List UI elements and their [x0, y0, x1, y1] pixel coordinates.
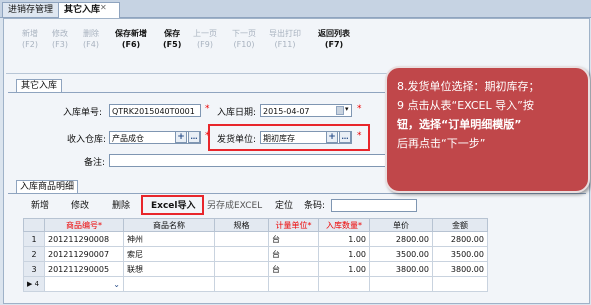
order-no-field[interactable]: QTRK2015040T0001 [109, 104, 201, 117]
new-button[interactable]: 新增 (F2) [22, 28, 38, 50]
more-icon[interactable]: … [339, 131, 351, 143]
cell-name[interactable]: 神州 [123, 231, 215, 247]
tab-label: 进销存管理 [8, 5, 54, 15]
close-icon[interactable]: ✕ [100, 4, 108, 12]
cell-spec[interactable] [214, 246, 269, 262]
tab-label: 其它入库 [64, 5, 101, 15]
required-mark: * [357, 104, 362, 114]
save-button[interactable]: 保存 (F5) [163, 28, 181, 50]
cell-code[interactable]: 201211290007 [44, 246, 124, 262]
cell-spec[interactable] [214, 231, 269, 247]
required-mark: * [357, 131, 362, 141]
column-header[interactable]: 计量单位* [268, 218, 319, 232]
add-icon[interactable]: + [326, 131, 338, 143]
excel-import-button[interactable]: Excel导入 [151, 198, 195, 214]
column-header[interactable]: 单价 [369, 218, 433, 232]
cell-name[interactable]: 联想 [123, 261, 215, 277]
column-header[interactable]: 入库数量* [318, 218, 370, 232]
cell-qty[interactable]: 1.00 [318, 246, 370, 262]
cell-code[interactable]: 201211290008 [44, 231, 124, 247]
cell-qty[interactable]: 1.00 [318, 261, 370, 277]
callout-text: 8.发货单位选择：期初库存； 9 点击从表“EXCEL 导入”按 钮，选择“订单… [397, 77, 583, 153]
save-as-excel-button[interactable]: 另存成EXCEL [207, 198, 262, 214]
cell-name[interactable] [123, 276, 215, 292]
callout-line: 8.发货单位选择：期初库存； [397, 80, 540, 93]
cell-spec[interactable] [214, 276, 269, 292]
export-print-button[interactable]: 导出打印 (F11) [269, 28, 301, 50]
unit-label: 发货单位: [217, 135, 257, 145]
cell-qty[interactable] [318, 276, 370, 292]
grid-delete-button[interactable]: 删除 [112, 198, 130, 214]
section-tab-header: 其它入库 [16, 79, 63, 93]
cell-amount[interactable] [432, 276, 488, 292]
more-icon[interactable]: … [188, 131, 200, 143]
barcode-input[interactable] [331, 199, 417, 212]
column-header [23, 218, 45, 232]
back-to-list-button[interactable]: 返回列表 (F7) [318, 28, 350, 50]
grid-new-button[interactable]: 新增 [31, 198, 49, 214]
row-index: 3 [23, 261, 45, 277]
cell-qty[interactable]: 1.00 [318, 231, 370, 247]
grid-edit-button[interactable]: 修改 [71, 198, 89, 214]
warehouse-label: 收入仓库: [67, 135, 107, 145]
calendar-icon[interactable] [336, 106, 344, 115]
cell-code-dropdown[interactable]: ⌄ [44, 276, 124, 292]
table-header-row: 商品编号* 商品名称 规格 计量单位* 入库数量* 单价 金额 [23, 218, 488, 232]
cell-unit[interactable]: 台 [268, 261, 319, 277]
cell-amount[interactable]: 3800.00 [432, 261, 488, 277]
chevron-down-icon[interactable]: ▾ [345, 105, 349, 113]
barcode-label: 条码: [304, 201, 326, 211]
cell-spec[interactable] [214, 261, 269, 277]
edit-button[interactable]: 修改 (F3) [52, 28, 68, 50]
tab-other-stock-in[interactable]: 其它入库 [58, 2, 120, 18]
cell-price[interactable]: 3500.00 [369, 246, 433, 262]
grid-section-tab: 入库商品明细 [16, 180, 79, 194]
order-no-label: 入库单号: [63, 108, 103, 118]
tab-inventory-management[interactable]: 进销存管理 [2, 2, 60, 17]
column-header[interactable]: 金额 [432, 218, 488, 232]
chevron-down-icon[interactable]: ⌄ [113, 280, 120, 289]
table-new-row[interactable]: ▶ 4 ⌄ [23, 276, 488, 292]
cell-price[interactable]: 3800.00 [369, 261, 433, 277]
table-row[interactable]: 2 201211290007 索尼 台 1.00 3500.00 3500.00 [23, 246, 488, 262]
cell-name[interactable]: 索尼 [123, 246, 215, 262]
remark-label: 备注: [84, 158, 106, 168]
cell-unit[interactable]: 台 [268, 246, 319, 262]
column-header[interactable]: 商品编号* [44, 218, 124, 232]
cell-unit[interactable]: 台 [268, 231, 319, 247]
grid-section-divider [8, 193, 586, 194]
locate-button[interactable]: 定位 [275, 198, 293, 214]
delete-button[interactable]: 删除 (F4) [83, 28, 99, 50]
cell-unit[interactable] [268, 276, 319, 292]
table-row[interactable]: 1 201211290008 神州 台 1.00 2800.00 2800.00 [23, 231, 488, 247]
add-icon[interactable]: + [175, 131, 187, 143]
cell-code[interactable]: 201211290005 [44, 261, 124, 277]
callout-line: 钮，选择“订单明细模版” [397, 118, 522, 131]
callout-line: 9 点击从表“EXCEL 导入”按 [397, 99, 534, 112]
callout-line: 后再点击“下一步” [397, 137, 486, 150]
remark-field[interactable] [109, 154, 387, 167]
column-header[interactable]: 规格 [214, 218, 269, 232]
new-row-marker: ▶ 4 [23, 276, 45, 292]
row-index: 2 [23, 246, 45, 262]
cell-amount[interactable]: 2800.00 [432, 231, 488, 247]
save-and-new-button[interactable]: 保存新增 (F6) [115, 28, 147, 50]
date-value: 2015-04-07 [263, 107, 310, 116]
cell-price[interactable]: 2800.00 [369, 231, 433, 247]
row-index: 1 [23, 231, 45, 247]
table-row[interactable]: 3 201211290005 联想 台 1.00 3800.00 3800.00 [23, 261, 488, 277]
cell-amount[interactable]: 3500.00 [432, 246, 488, 262]
detail-table: 商品编号* 商品名称 规格 计量单位* 入库数量* 单价 金额 1 201211… [23, 218, 488, 292]
next-page-button[interactable]: 下一页 (F10) [232, 28, 256, 50]
cell-price[interactable] [369, 276, 433, 292]
required-mark: * [205, 104, 210, 114]
date-label: 入库日期: [217, 108, 257, 118]
column-header[interactable]: 商品名称 [123, 218, 215, 232]
prev-page-button[interactable]: 上一页 (F9) [193, 28, 217, 50]
instruction-callout: 8.发货单位选择：期初库存； 9 点击从表“EXCEL 导入”按 钮，选择“订单… [385, 66, 590, 193]
